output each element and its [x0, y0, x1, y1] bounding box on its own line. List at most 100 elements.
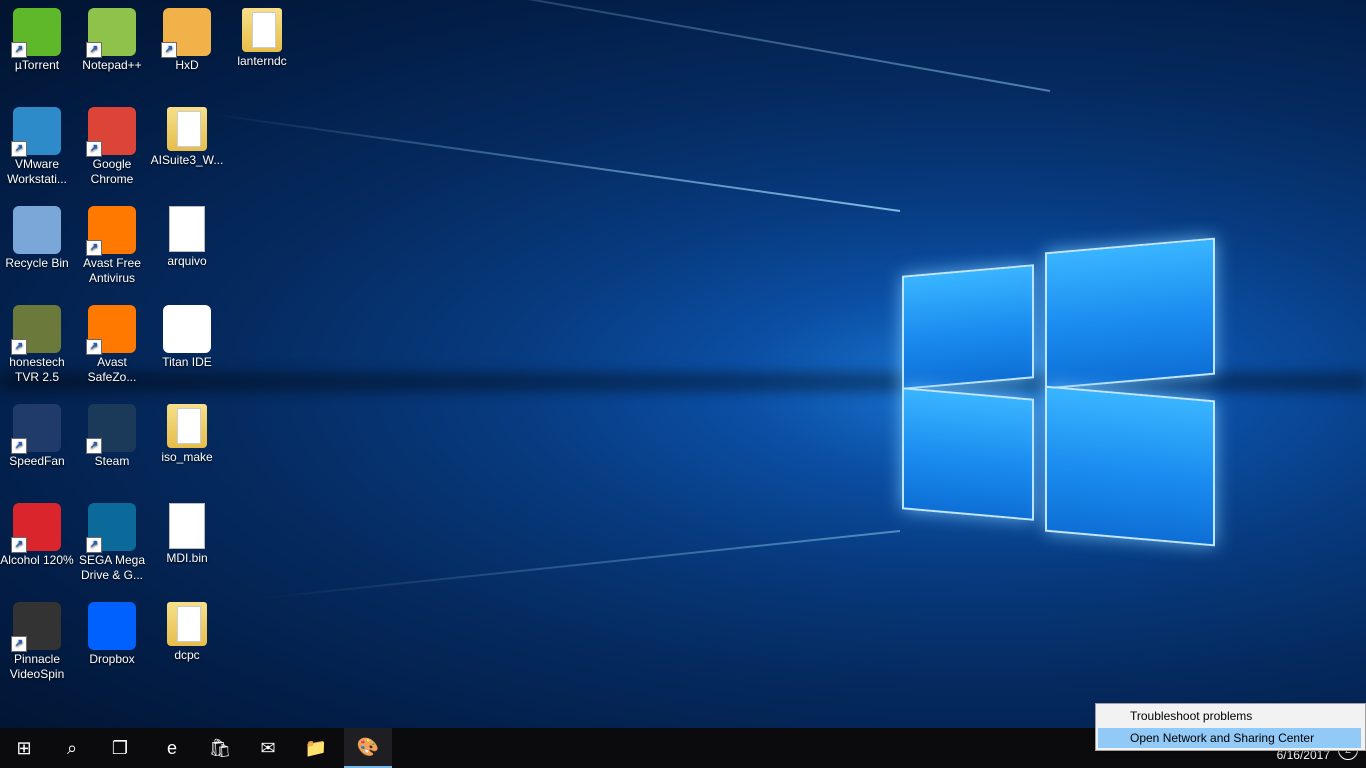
notepadpp-icon: ↗	[86, 8, 136, 58]
desktop-icon-label: Titan IDE	[162, 355, 212, 369]
shortcut-arrow-icon: ↗	[11, 636, 27, 652]
store-icon: 🛍	[208, 737, 232, 758]
desktop-icon[interactable]: iso_make	[150, 404, 224, 465]
desktop-icon-label: Steam	[94, 454, 130, 468]
desktop-icon-label: arquivo	[167, 254, 207, 268]
folder-icon	[242, 8, 282, 52]
dropbox-icon	[88, 602, 136, 650]
store-button[interactable]: 🛍	[196, 728, 244, 768]
desktop-icon-label: Alcohol 120%	[0, 553, 74, 567]
desktop-icon[interactable]: ↗ Google Chrome	[75, 107, 149, 187]
folder-icon	[167, 602, 207, 646]
search-button[interactable]: ⌕	[48, 728, 96, 768]
desktop-icon-label: SEGA Mega Drive & G...	[78, 553, 146, 582]
desktop-icon[interactable]: ↗ SEGA Mega Drive & G...	[75, 503, 149, 583]
search-icon: ⌕	[66, 737, 78, 758]
desktop-icon[interactable]: Titan IDE	[150, 305, 224, 370]
desktop-icon-label: Notepad++	[82, 58, 142, 72]
utorrent-icon: ↗	[11, 8, 61, 58]
shortcut-arrow-icon: ↗	[86, 339, 102, 355]
paint-button[interactable]: 🎨	[344, 728, 392, 768]
hxd-icon: ↗	[161, 8, 211, 58]
windows-logo-pane-top-right	[1045, 237, 1215, 390]
desktop-icon[interactable]: ↗ Alcohol 120%	[0, 503, 74, 568]
desktop-icon[interactable]: ↗ Avast Free Antivirus	[75, 206, 149, 286]
mail-button[interactable]: ✉	[244, 728, 292, 768]
menu-item-open-network-sharing-center[interactable]: Open Network and Sharing Center	[1098, 728, 1361, 748]
honestech-icon: ↗	[11, 305, 61, 355]
desktop-icon-label: AISuite3_W...	[150, 153, 224, 167]
shortcut-arrow-icon: ↗	[86, 42, 102, 58]
start-button[interactable]: ⊞	[0, 728, 48, 768]
desktop-icon[interactable]: ↗ honestech TVR 2.5	[0, 305, 74, 385]
alcohol-icon: ↗	[11, 503, 61, 553]
chrome-icon: ↗	[86, 107, 136, 157]
shortcut-arrow-icon: ↗	[86, 141, 102, 157]
file-explorer-button[interactable]: 📁	[292, 728, 340, 768]
shortcut-arrow-icon: ↗	[11, 141, 27, 157]
windows-logo-pane-top-left	[902, 264, 1034, 390]
avast-icon: ↗	[86, 206, 136, 256]
desktop-icon-label: VMware Workstati...	[7, 157, 67, 186]
folder-icon	[167, 404, 207, 448]
file-icon	[169, 503, 205, 549]
desktop-icon[interactable]: ↗ µTorrent	[0, 8, 74, 73]
desktop-icon-label: MDI.bin	[166, 551, 208, 565]
pinnacle-icon: ↗	[11, 602, 61, 652]
mail-icon: ✉	[260, 737, 276, 758]
titan-ide-icon	[163, 305, 211, 353]
desktop-icon[interactable]: arquivo	[150, 206, 224, 269]
desktop-icon[interactable]: MDI.bin	[150, 503, 224, 566]
desktop-icon[interactable]: ↗ Avast SafeZo...	[75, 305, 149, 385]
desktop-icon-label: Recycle Bin	[5, 256, 69, 270]
windows-logo-pane-bottom-right	[1045, 385, 1215, 547]
shortcut-arrow-icon: ↗	[161, 42, 177, 58]
avast-safezone-icon: ↗	[86, 305, 136, 355]
windows-logo-icon: ⊞	[16, 737, 32, 758]
shortcut-arrow-icon: ↗	[86, 537, 102, 553]
windows-logo-pane-bottom-left	[902, 387, 1034, 521]
desktop-icon-label: Avast SafeZo...	[87, 355, 137, 384]
folder-icon: 📁	[304, 737, 328, 758]
desktop-icon-label: honestech TVR 2.5	[9, 355, 65, 384]
desktop-icon[interactable]: AISuite3_W...	[150, 107, 224, 168]
desktop-icon[interactable]: Dropbox	[75, 602, 149, 667]
desktop-icon[interactable]: dcpc	[150, 602, 224, 663]
edge-icon: e	[166, 737, 177, 758]
edge-button[interactable]: e	[148, 728, 196, 768]
desktop-icon-label: µTorrent	[14, 58, 60, 72]
desktop-icon-label: Avast Free Antivirus	[83, 256, 141, 285]
text-file-icon	[169, 206, 205, 252]
vmware-icon: ↗	[11, 107, 61, 157]
task-view-button[interactable]: ❐	[96, 728, 144, 768]
task-view-icon: ❐	[111, 737, 129, 758]
shortcut-arrow-icon: ↗	[86, 438, 102, 454]
desktop-icon[interactable]: ↗ Notepad++	[75, 8, 149, 73]
shortcut-arrow-icon: ↗	[11, 537, 27, 553]
desktop-icon-label: Google Chrome	[90, 157, 134, 186]
desktop-icon[interactable]: ↗ Pinnacle VideoSpin	[0, 602, 74, 682]
desktop-icon[interactable]: lanterndc	[225, 8, 299, 69]
speedfan-icon: ↗	[11, 404, 61, 454]
desktop-icon-label: SpeedFan	[9, 454, 65, 468]
desktop-icon-label: Pinnacle VideoSpin	[9, 652, 65, 681]
shortcut-arrow-icon: ↗	[11, 339, 27, 355]
desktop-icon[interactable]: ↗ HxD	[150, 8, 224, 73]
folder-icon	[167, 107, 207, 151]
desktop-icon-label: HxD	[175, 58, 199, 72]
desktop-icon[interactable]: Recycle Bin	[0, 206, 74, 271]
desktop-icon[interactable]: ↗ VMware Workstati...	[0, 107, 74, 187]
desktop-icon[interactable]: ↗ SpeedFan	[0, 404, 74, 469]
shortcut-arrow-icon: ↗	[11, 438, 27, 454]
desktop-icon-label: Dropbox	[89, 652, 135, 666]
network-context-menu: Troubleshoot problems Open Network and S…	[1095, 703, 1366, 751]
desktop-icon-label: dcpc	[174, 648, 200, 662]
menu-item-troubleshoot-problems[interactable]: Troubleshoot problems	[1098, 706, 1361, 726]
desktop-icon-label: iso_make	[161, 450, 213, 464]
desktop-icon[interactable]: ↗ Steam	[75, 404, 149, 469]
shortcut-arrow-icon: ↗	[11, 42, 27, 58]
recycle-bin-icon	[13, 206, 61, 254]
paint-icon: 🎨	[356, 736, 380, 757]
sega-icon: ↗	[86, 503, 136, 553]
desktop-icon-label: lanterndc	[237, 54, 287, 68]
